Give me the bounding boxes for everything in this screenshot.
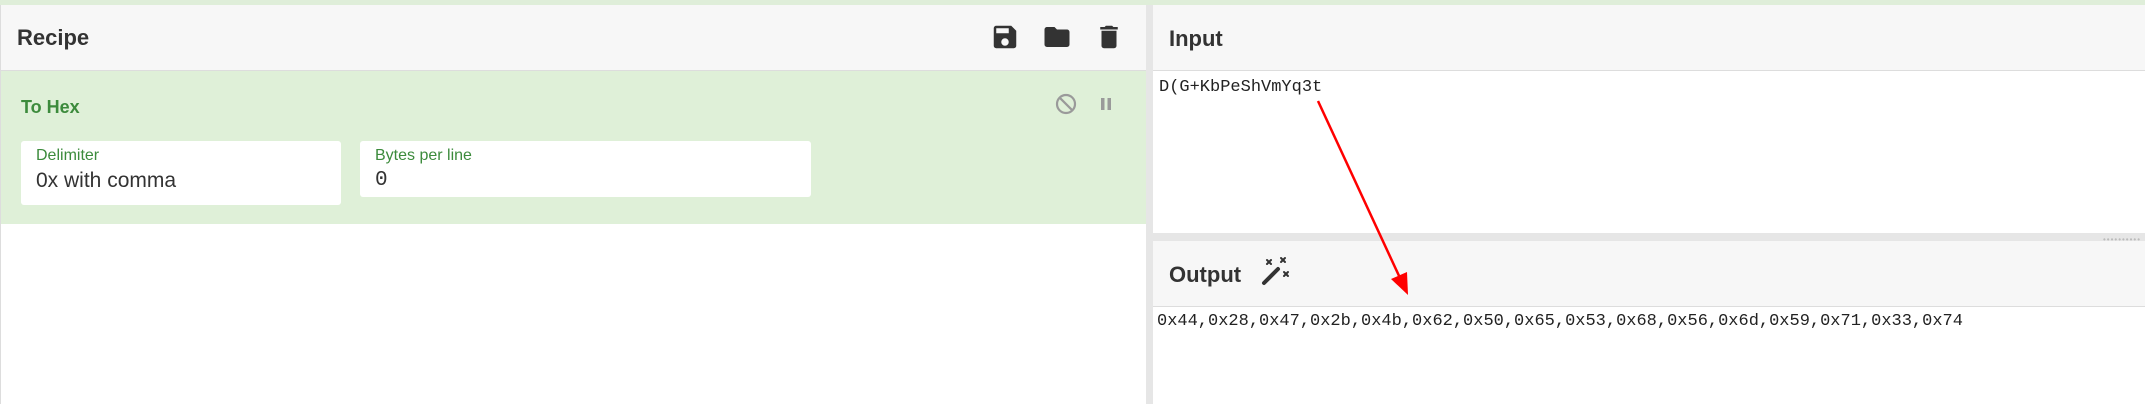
operation-to-hex[interactable]: To Hex Delimiter Bytes per line [1,71,1146,224]
input-panel: Input [1153,5,2145,233]
input-textarea[interactable] [1157,76,2135,220]
recipe-panel: Recipe To Hex Delimiter 0x with comma By… [0,5,1146,404]
input-header: Input [1153,5,2145,71]
panel-resizer-vertical[interactable] [1146,5,1153,404]
trash-icon[interactable] [1094,22,1124,52]
recipe-toolbar [990,22,1124,52]
bytes-per-line-label: Bytes per line [375,147,472,164]
operation-title: To Hex [21,97,80,117]
input-title: Input [1169,26,1223,51]
operation-controls [1054,92,1118,116]
output-text[interactable]: 0x44,0x28,0x47,0x2b,0x4b,0x62,0x50,0x65,… [1157,312,2135,331]
panel-resizer-horizontal[interactable]: •••••••••• [1153,233,2145,244]
output-title: Output [1169,262,1242,287]
delimiter-input[interactable] [36,169,326,193]
output-header: Output [1153,241,2145,307]
bytes-per-line-input[interactable] [375,169,796,192]
folder-icon[interactable] [1042,22,1072,52]
recipe-title: Recipe [17,25,90,50]
magic-wand-icon[interactable] [1258,255,1292,289]
output-panel: Output 0x44,0x28,0x47,0x2b,0x4b,0x62,0x5… [1153,241,2145,404]
bytes-per-line-field[interactable]: Bytes per line [360,141,811,197]
delimiter-field[interactable]: Delimiter [21,141,341,205]
disable-icon[interactable] [1054,92,1078,116]
delimiter-label: Delimiter [36,147,100,164]
pause-icon[interactable] [1094,92,1118,116]
save-icon[interactable] [990,22,1020,52]
recipe-header: Recipe [1,5,1146,71]
